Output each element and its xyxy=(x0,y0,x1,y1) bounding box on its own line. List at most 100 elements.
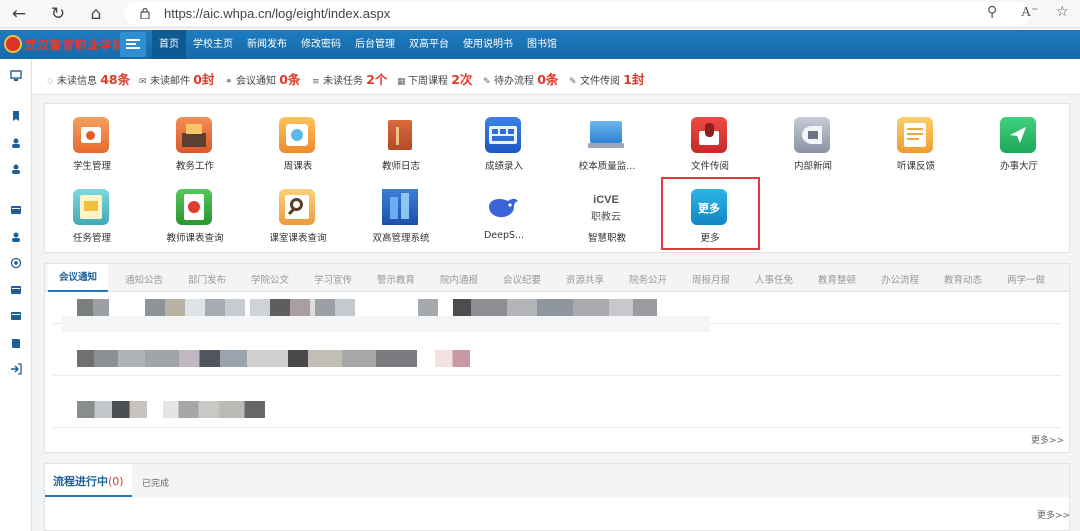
nav-item-news-publish[interactable]: 新闻发布 xyxy=(240,30,294,59)
lock-icon xyxy=(140,7,150,19)
app-header: 武汉警官职业学院 首页 学校主页 新闻发布 修改密码 后台管理 双高平台 使用说… xyxy=(0,30,1080,59)
bookmark-icon[interactable] xyxy=(10,110,22,122)
app-student-management[interactable]: 学生管理 xyxy=(42,104,142,172)
browser-toolbar: ← ↻ ⌂ https://aic.whpa.cn/log/eight/inde… xyxy=(0,0,1080,28)
calendar-icon: ▦ xyxy=(397,77,406,87)
grade-entry-icon xyxy=(485,117,521,153)
nav-item-change-password[interactable]: 修改密码 xyxy=(294,30,348,59)
edit-icon: ✎ xyxy=(483,77,491,87)
app-quality-monitoring[interactable]: 校本质量监... xyxy=(557,104,657,172)
internal-news-icon xyxy=(794,117,830,153)
tab-internal-bulletin[interactable]: 院内通报 xyxy=(440,272,478,286)
app-smart-vocational-education[interactable]: iCVE 职教云 智慧职教 xyxy=(557,176,657,244)
monitor-icon[interactable] xyxy=(10,70,22,82)
school-logo-text: 武汉警官职业学院 xyxy=(25,38,125,52)
app-task-management[interactable]: 任务管理 xyxy=(42,176,142,244)
apps-panel: 学生管理 教务工作 周课表 教师日志 成绩录入 校本质量监... 文件传阅 内部… xyxy=(44,103,1070,253)
address-bar[interactable]: https://aic.whpa.cn/log/eight/index.aspx xyxy=(124,2,1029,26)
app-academic-affairs[interactable]: 教务工作 xyxy=(145,104,245,172)
app-teacher-log[interactable]: 教师日志 xyxy=(351,104,451,172)
tab-department[interactable]: 部门发布 xyxy=(188,272,226,286)
card-icon[interactable] xyxy=(10,204,22,216)
favorite-star-icon[interactable]: ☆ xyxy=(1056,4,1069,20)
tab-education-rectification[interactable]: 教育整顿 xyxy=(818,272,856,286)
user-icon[interactable] xyxy=(10,231,22,243)
book-icon[interactable] xyxy=(10,337,22,349)
tab-resource-sharing[interactable]: 资源共享 xyxy=(566,272,604,286)
home-icon[interactable]: ⌂ xyxy=(86,4,106,24)
lecture-feedback-icon xyxy=(897,117,933,153)
school-emblem-icon xyxy=(4,35,22,53)
app-classroom-schedule-query[interactable]: 课室课表查询 xyxy=(248,176,348,244)
nav-item-admin[interactable]: 后台管理 xyxy=(348,30,402,59)
tab-meeting-notice[interactable]: 会议通知 xyxy=(48,264,109,292)
tab-weekly-monthly-report[interactable]: 周报月报 xyxy=(692,272,730,286)
users-icon[interactable] xyxy=(10,163,22,175)
nav-item-home[interactable]: 首页 xyxy=(152,30,186,59)
users-icon[interactable] xyxy=(10,137,22,149)
url-text: https://aic.whpa.cn/log/eight/index.aspx xyxy=(164,6,391,21)
list-item[interactable] xyxy=(53,374,1061,376)
sign-in-icon[interactable] xyxy=(10,363,22,375)
notice-meetings[interactable]: ⚭ 会议通知 0条 xyxy=(225,69,300,88)
tab-meeting-minutes[interactable]: 会议纪要 xyxy=(503,272,541,286)
icve-logo-icon: iCVE 职教云 xyxy=(588,189,624,225)
app-grade-entry[interactable]: 成绩录入 xyxy=(454,104,554,172)
notice-tasks[interactable]: ≡ 未读任务 2个 xyxy=(312,69,387,88)
nav-item-manual[interactable]: 使用说明书 xyxy=(456,30,520,59)
notice-file-circulation[interactable]: ✎ 文件传阅 1封 xyxy=(569,69,644,88)
left-sidebar xyxy=(0,59,32,531)
news-more-link[interactable]: 更多>> xyxy=(1031,433,1064,446)
target-icon[interactable] xyxy=(10,257,22,269)
list-item[interactable] xyxy=(53,426,1061,428)
process-tabs: 流程进行中(0) 已完成 xyxy=(45,464,1069,497)
weekly-schedule-icon xyxy=(279,117,315,153)
back-arrow-icon[interactable]: ← xyxy=(9,4,29,24)
tab-process-in-progress[interactable]: 流程进行中(0) xyxy=(45,464,132,497)
reload-icon[interactable]: ↻ xyxy=(48,4,68,24)
app-teacher-schedule-query[interactable]: 教师课表查询 xyxy=(145,176,245,244)
app-internal-news[interactable]: 内部新闻 xyxy=(763,104,863,172)
tab-warning-education[interactable]: 警示教育 xyxy=(377,272,415,286)
app-lecture-feedback[interactable]: 听课反馈 xyxy=(866,104,966,172)
tab-two-studies[interactable]: 两学一做 xyxy=(1007,272,1045,286)
app-deepseek[interactable]: DeepS... xyxy=(454,176,554,241)
file-circulation-icon xyxy=(691,117,727,153)
zoom-icon[interactable]: ⚲ xyxy=(987,4,997,20)
teacher-schedule-query-icon xyxy=(176,189,212,225)
tab-study-promotion[interactable]: 学习宣传 xyxy=(314,272,352,286)
notice-pending-process[interactable]: ✎ 待办流程 0条 xyxy=(483,69,558,88)
tab-affairs-public[interactable]: 院务公开 xyxy=(629,272,667,286)
menu-toggle-button[interactable] xyxy=(120,32,146,57)
tab-announcements[interactable]: 通知公告 xyxy=(125,272,163,286)
nav-item-school-home[interactable]: 学校主页 xyxy=(186,30,240,59)
quality-monitoring-icon xyxy=(588,117,624,153)
nav-item-library[interactable]: 图书馆 xyxy=(520,30,564,59)
card-icon[interactable] xyxy=(10,284,22,296)
news-tabs: 会议通知 通知公告 部门发布 学院公文 学习宣传 警示教育 院内通报 会议纪要 … xyxy=(45,264,1069,292)
tab-office-process[interactable]: 办公流程 xyxy=(881,272,919,286)
app-double-high-system[interactable]: 双高管理系统 xyxy=(351,176,451,244)
tab-process-completed[interactable]: 已完成 xyxy=(142,476,169,489)
tab-official-docs[interactable]: 学院公文 xyxy=(251,272,289,286)
edit-icon: ✎ xyxy=(569,77,577,87)
classroom-schedule-query-icon xyxy=(279,189,315,225)
read-aloud-icon[interactable]: A⁻ xyxy=(1021,4,1039,21)
app-file-circulation[interactable]: 文件传阅 xyxy=(660,104,760,172)
highlight-frame xyxy=(661,177,760,250)
notice-next-week-courses[interactable]: ▦ 下周课程 2次 xyxy=(397,69,472,88)
notice-unread-mail[interactable]: ✉ 未读邮件 0封 xyxy=(139,69,214,88)
tab-education-news[interactable]: 教育动态 xyxy=(944,272,982,286)
notice-unread-messages[interactable]: ♢ 未读信息 48条 xyxy=(46,69,130,88)
app-weekly-schedule[interactable]: 周课表 xyxy=(248,104,348,172)
process-more-link[interactable]: 更多>> xyxy=(1037,508,1070,521)
card-icon[interactable] xyxy=(10,310,22,322)
process-panel: 流程进行中(0) 已完成 更多>> xyxy=(44,463,1070,531)
paper-plane-icon xyxy=(1000,117,1036,153)
student-management-icon xyxy=(73,117,109,153)
tab-personnel[interactable]: 人事任免 xyxy=(755,272,793,286)
notification-bar: ♢ 未读信息 48条 ✉ 未读邮件 0封 ⚭ 会议通知 0条 ≡ 未读任务 2个 ▦ 下周… xyxy=(32,59,1080,95)
nav-item-double-high[interactable]: 双高平台 xyxy=(402,30,456,59)
app-service-hall[interactable]: 办事大厅 xyxy=(969,104,1069,172)
whale-icon xyxy=(485,189,521,225)
